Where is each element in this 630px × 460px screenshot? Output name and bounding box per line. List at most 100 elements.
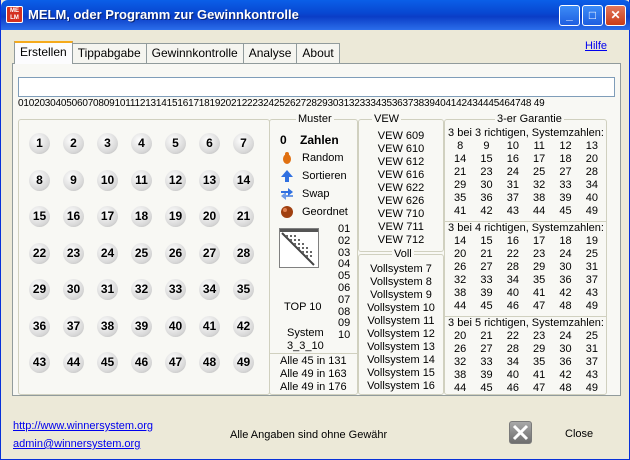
tab-erstellen[interactable]: Erstellen <box>14 41 73 64</box>
ball-7[interactable]: 7 <box>233 133 254 154</box>
vew-item[interactable]: VEW 712 <box>359 234 443 247</box>
top10-label[interactable]: TOP 10 <box>284 301 322 313</box>
ball-10[interactable]: 10 <box>97 169 118 191</box>
ball-21[interactable]: 21 <box>233 206 254 227</box>
geordnet-button[interactable]: Geordnet <box>302 206 348 218</box>
app-icon[interactable]: ME LM <box>6 6 23 23</box>
ball-42[interactable]: 42 <box>233 315 254 337</box>
ball-34[interactable]: 34 <box>199 279 220 300</box>
garantie-3-bei-5[interactable]: 3 bei 5 richtigen, Systemzahlen: 20 21 22 2… <box>447 317 605 395</box>
ball-11[interactable]: 11 <box>131 169 152 191</box>
muster-item[interactable]: 02 <box>338 235 356 248</box>
ball-20[interactable]: 20 <box>199 206 220 227</box>
email-link[interactable]: admin@winnersystem.org <box>13 438 140 450</box>
voll-item[interactable]: Vollsystem 16 <box>359 380 443 393</box>
alle-49-163[interactable]: Alle 49 in 163 <box>280 368 347 380</box>
ball-9[interactable]: 9 <box>63 169 84 191</box>
ball-15[interactable]: 15 <box>29 206 50 227</box>
muster-item[interactable]: 06 <box>338 282 356 295</box>
ball-31[interactable]: 31 <box>97 279 118 300</box>
sortieren-button[interactable]: Sortieren <box>302 170 347 182</box>
swap-button[interactable]: Swap <box>302 188 330 200</box>
voll-item[interactable]: Vollsystem 7 <box>359 263 443 276</box>
ball-8[interactable]: 8 <box>29 169 50 191</box>
ball-33[interactable]: 33 <box>165 279 186 300</box>
alle-45-131[interactable]: Alle 45 in 131 <box>280 355 347 367</box>
title-bar[interactable]: ME LM MELM, oder Programm zur Gewinnkontr… <box>1 0 630 30</box>
ball-39[interactable]: 39 <box>131 315 152 337</box>
maximize-button[interactable]: □ <box>582 5 603 26</box>
ball-40[interactable]: 40 <box>165 315 186 337</box>
website-link[interactable]: http://www.winnersystem.org <box>13 420 153 432</box>
ball-29[interactable]: 29 <box>29 279 50 300</box>
muster-item[interactable]: 10 <box>338 329 356 342</box>
vew-item[interactable]: VEW 612 <box>359 156 443 169</box>
vew-item[interactable]: VEW 710 <box>359 208 443 221</box>
ball-12[interactable]: 12 <box>165 169 186 191</box>
ball-46[interactable]: 46 <box>131 352 152 373</box>
ball-25[interactable]: 25 <box>131 242 152 264</box>
close-x-button[interactable] <box>509 421 532 444</box>
tab-analyse[interactable]: Analyse <box>242 43 298 64</box>
ball-37[interactable]: 37 <box>63 315 84 337</box>
ball-30[interactable]: 30 <box>63 279 84 300</box>
ball-18[interactable]: 18 <box>131 206 152 227</box>
close-window-button[interactable]: ✕ <box>605 5 626 26</box>
tab-gewinnkontrolle[interactable]: Gewinnkontrolle <box>145 43 244 64</box>
ball-6[interactable]: 6 <box>199 133 220 154</box>
ball-28[interactable]: 28 <box>233 242 254 264</box>
ball-45[interactable]: 45 <box>97 352 118 373</box>
ball-2[interactable]: 2 <box>63 133 84 154</box>
ball-3[interactable]: 3 <box>97 133 118 154</box>
ball-26[interactable]: 26 <box>165 242 186 264</box>
help-link[interactable]: Hilfe <box>585 40 607 52</box>
vew-item[interactable]: VEW 622 <box>359 182 443 195</box>
ball-5[interactable]: 5 <box>165 133 186 154</box>
ball-41[interactable]: 41 <box>199 315 220 337</box>
vew-item[interactable]: VEW 616 <box>359 169 443 182</box>
ball-1[interactable]: 1 <box>29 133 50 154</box>
ball-47[interactable]: 47 <box>165 352 186 373</box>
ball-13[interactable]: 13 <box>199 169 220 191</box>
ball-22[interactable]: 22 <box>29 242 50 264</box>
ball-36[interactable]: 36 <box>29 315 50 337</box>
ball-32[interactable]: 32 <box>131 279 152 300</box>
ball-27[interactable]: 27 <box>199 242 220 264</box>
system-value[interactable]: 3_3_10 <box>287 340 324 352</box>
ball-38[interactable]: 38 <box>97 315 118 337</box>
ball-48[interactable]: 48 <box>199 352 220 373</box>
voll-item[interactable]: Vollsystem 14 <box>359 354 443 367</box>
minimize-button[interactable]: _ <box>559 5 580 26</box>
selected-numbers-field[interactable] <box>18 77 615 97</box>
random-button[interactable]: Random <box>302 152 344 164</box>
ball-17[interactable]: 17 <box>97 206 118 227</box>
tab-about[interactable]: About <box>296 43 340 64</box>
garantie-3-bei-3[interactable]: 3 bei 3 richtigen, Systemzahlen: 8 9 10 11 1… <box>447 127 605 218</box>
garantie-3-bei-4[interactable]: 3 bei 4 richtigen, Systemzahlen: 14 15 16 1… <box>447 222 605 313</box>
ball-16[interactable]: 16 <box>63 206 84 227</box>
ball-4[interactable]: 4 <box>131 133 152 154</box>
ball-19[interactable]: 19 <box>165 206 186 227</box>
vew-item[interactable]: VEW 626 <box>359 195 443 208</box>
alle-49-176[interactable]: Alle 49 in 176 <box>280 381 347 393</box>
ball-35[interactable]: 35 <box>233 279 254 300</box>
tab-tippabgabe[interactable]: Tippabgabe <box>71 43 147 64</box>
voll-item[interactable]: Vollsystem 9 <box>359 289 443 302</box>
ball-14[interactable]: 14 <box>233 169 254 191</box>
vew-item[interactable]: VEW 711 <box>359 221 443 234</box>
ball-49[interactable]: 49 <box>233 352 254 373</box>
voll-item[interactable]: Vollsystem 12 <box>359 328 443 341</box>
voll-item[interactable]: Vollsystem 15 <box>359 367 443 380</box>
ball-23[interactable]: 23 <box>63 242 84 264</box>
voll-item[interactable]: Vollsystem 8 <box>359 276 443 289</box>
vew-item[interactable]: VEW 609 <box>359 130 443 143</box>
system-label[interactable]: System <box>287 327 324 339</box>
vew-item[interactable]: VEW 610 <box>359 143 443 156</box>
ball-44[interactable]: 44 <box>63 352 84 373</box>
voll-item[interactable]: Vollsystem 10 <box>359 302 443 315</box>
voll-item[interactable]: Vollsystem 13 <box>359 341 443 354</box>
ball-24[interactable]: 24 <box>97 242 118 264</box>
ball-43[interactable]: 43 <box>29 352 50 373</box>
voll-item[interactable]: Vollsystem 11 <box>359 315 443 328</box>
close-button[interactable]: Close <box>565 428 593 440</box>
